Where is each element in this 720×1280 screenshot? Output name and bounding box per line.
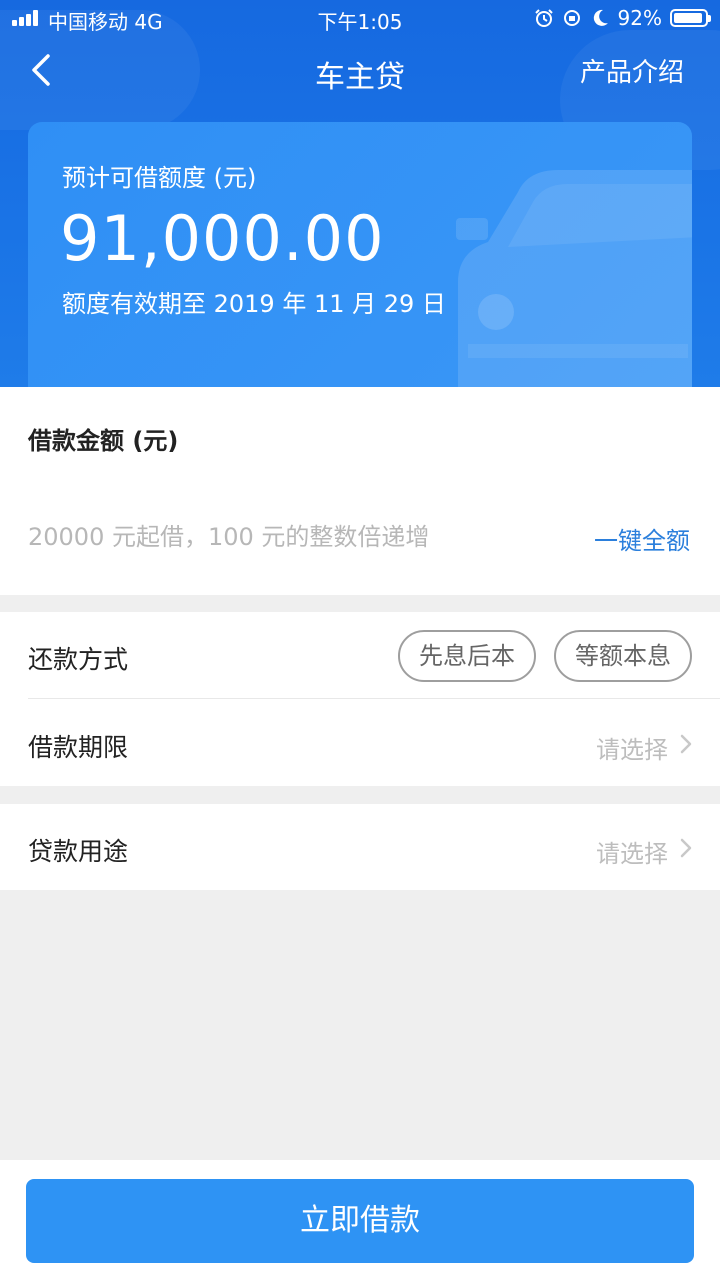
term-label: 借款期限 [28,733,129,762]
alarm-icon [534,9,553,27]
battery-icon [670,9,711,27]
chevron-right-icon [680,734,692,754]
header-background: 中国移动 4G 下午1:05 92% 车主贷 产品介绍 预计可借额度 (元) 9… [0,0,720,387]
chevron-right-icon [680,838,692,858]
status-right: 92% [534,6,711,30]
battery-percent: 92% [617,6,662,30]
purpose-section: 贷款用途 请选择 [0,804,720,890]
fill-all-button[interactable]: 一键全额 [594,521,690,556]
divider [28,698,720,699]
quota-label: 预计可借额度 (元) [62,164,257,192]
borrow-now-button[interactable]: 立即借款 [26,1179,694,1263]
product-intro-link[interactable]: 产品介绍 [580,52,684,89]
loan-amount-input[interactable] [28,517,568,557]
moon-icon [593,9,608,26]
term-value: 请选择 [596,736,668,764]
quota-validity: 额度有效期至 2019 年 11 月 29 日 [62,290,446,318]
car-illustration-icon [456,170,692,387]
repayment-option-interest-first[interactable]: 先息后本 [398,630,536,682]
loan-amount-section: 借款金额 (元) 一键全额 [0,387,720,595]
rotation-lock-icon [563,10,580,26]
purpose-row[interactable]: 贷款用途 请选择 [0,804,720,890]
quota-card: 预计可借额度 (元) 91,000.00 额度有效期至 2019 年 11 月 … [28,122,692,387]
bottom-bar: 立即借款 [0,1160,720,1280]
purpose-label: 贷款用途 [28,837,129,866]
repayment-label: 还款方式 [28,645,129,674]
loan-amount-title: 借款金额 (元) [28,427,179,455]
quota-amount: 91,000.00 [60,202,385,275]
purpose-value: 请选择 [596,840,668,868]
repayment-row: 还款方式 先息后本 等额本息 [0,612,720,699]
repayment-option-equal-installment[interactable]: 等额本息 [554,630,692,682]
loan-options-section: 还款方式 先息后本 等额本息 借款期限 请选择 [0,612,720,786]
term-row[interactable]: 借款期限 请选择 [0,700,720,786]
status-bar: 中国移动 4G 下午1:05 92% [0,0,720,36]
